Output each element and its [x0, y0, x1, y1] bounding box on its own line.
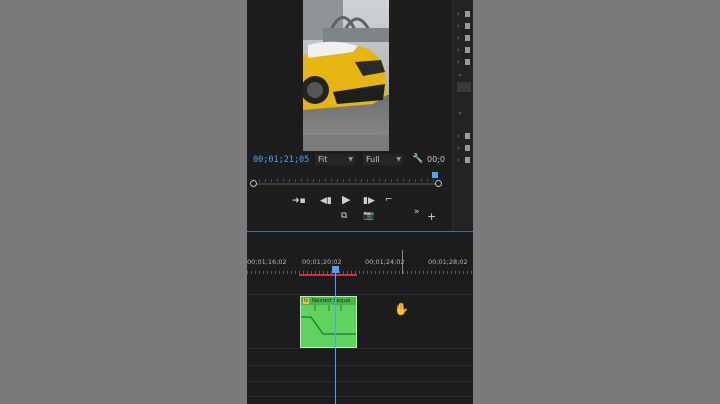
chevron-right-icon: ›	[457, 46, 460, 54]
more-controls-icon[interactable]: »	[414, 207, 420, 217]
duration-timecode: 00;0	[427, 155, 445, 164]
video-frame	[303, 0, 389, 151]
play-icon[interactable]: ▶	[342, 194, 350, 205]
chevron-right-icon: ›	[457, 22, 460, 30]
chevron-right-icon: ›	[457, 132, 460, 140]
bin-icon	[465, 11, 470, 17]
program-monitor: 00;01;21;05 Fit ▼ Full ▼ 🔧 00;0 ➜▪ ◀▮ ▶ …	[247, 0, 452, 230]
snap-indicator	[402, 250, 403, 274]
project-item[interactable]: ›	[457, 46, 471, 54]
project-item[interactable]: ›	[457, 156, 471, 164]
chevron-right-icon: ›	[457, 58, 460, 66]
track-divider	[247, 348, 473, 349]
in-point-handle[interactable]	[250, 180, 257, 187]
project-item[interactable]: ›	[457, 58, 471, 66]
chevron-right-icon: ›	[457, 34, 460, 42]
chevron-down-icon: ⌄	[457, 70, 463, 78]
mark-in-icon[interactable]: ➜▪	[292, 196, 306, 206]
nested-sequence-clip[interactable]: fx Nested Seque	[300, 296, 357, 348]
chevron-right-icon: ›	[457, 156, 460, 164]
bin-icon	[465, 157, 470, 163]
panel-scrollbar[interactable]	[457, 82, 471, 92]
playhead-timecode[interactable]: 00;01;21;05	[253, 155, 309, 165]
mark-out-icon[interactable]: ⌐	[385, 195, 393, 205]
bin-icon	[465, 59, 470, 65]
lift-icon[interactable]: ⧉	[341, 211, 347, 221]
zoom-dropdown[interactable]: Fit ▼	[315, 154, 355, 165]
project-item[interactable]: ⌄	[457, 108, 471, 116]
monitor-scrubber[interactable]	[250, 172, 442, 192]
bin-icon	[465, 47, 470, 53]
project-item[interactable]: ⌄	[457, 70, 471, 78]
clip-header: fx Nested Seque	[301, 297, 356, 305]
fx-badge[interactable]: fx	[303, 298, 309, 304]
chevron-down-icon: ▼	[396, 156, 401, 163]
wrench-icon[interactable]: 🔧	[412, 154, 423, 164]
bin-icon	[465, 133, 470, 139]
project-panel-edge: › › › › › ⌄ ⌄ › › ›	[452, 0, 473, 230]
ruler-label: 00;01;28;02	[428, 258, 468, 266]
ruler-label: 00;01;24;02	[365, 258, 405, 266]
track-divider	[247, 294, 473, 295]
track-divider	[247, 365, 473, 366]
timeline-playhead-line[interactable]	[335, 270, 336, 404]
chevron-down-icon: ▼	[348, 156, 353, 163]
project-item[interactable]: ›	[457, 22, 471, 30]
track-divider	[247, 396, 473, 397]
scrubber-playhead[interactable]	[432, 172, 438, 178]
monitor-settings-bar: 00;01;21;05 Fit ▼ Full ▼ 🔧 00;0	[247, 153, 452, 167]
add-button-icon[interactable]: +	[427, 211, 436, 222]
work-area-bar[interactable]	[299, 274, 357, 276]
clip-name: Nested Seque	[312, 298, 351, 304]
chevron-down-icon: ⌄	[457, 108, 463, 116]
project-item[interactable]: ›	[457, 34, 471, 42]
track-divider	[247, 381, 473, 382]
premiere-app: 00;01;21;05 Fit ▼ Full ▼ 🔧 00;0 ➜▪ ◀▮ ▶ …	[247, 0, 473, 404]
project-item[interactable]: ›	[457, 10, 471, 18]
step-back-icon[interactable]: ◀▮	[320, 196, 332, 206]
scrubber-ticks	[253, 179, 439, 182]
ruler-label: 00;01;16;02	[247, 258, 287, 266]
chevron-right-icon: ›	[457, 144, 460, 152]
bin-icon	[465, 145, 470, 151]
out-point-handle[interactable]	[435, 180, 442, 187]
ruler-label: 00;01;20;02	[302, 258, 342, 266]
keyframe-curve[interactable]	[301, 305, 356, 347]
bin-icon	[465, 35, 470, 41]
resolution-dropdown[interactable]: Full ▼	[363, 154, 403, 165]
resolution-value: Full	[366, 155, 380, 164]
chevron-right-icon: ›	[457, 10, 460, 18]
zoom-value: Fit	[318, 155, 328, 164]
camera-icon[interactable]: 📷	[363, 211, 374, 221]
time-ruler[interactable]	[247, 271, 473, 274]
project-item[interactable]: ›	[457, 132, 471, 140]
car-video-image	[303, 0, 389, 151]
hand-cursor-icon: ✋	[394, 302, 409, 316]
step-forward-icon[interactable]: ▮▶	[363, 196, 375, 206]
project-item[interactable]: ›	[457, 144, 471, 152]
timeline-panel: 00;01;16;02 00;01;20;02 00;01;24;02 00;0…	[247, 232, 473, 404]
bin-icon	[465, 23, 470, 29]
scrubber-track	[253, 183, 439, 185]
